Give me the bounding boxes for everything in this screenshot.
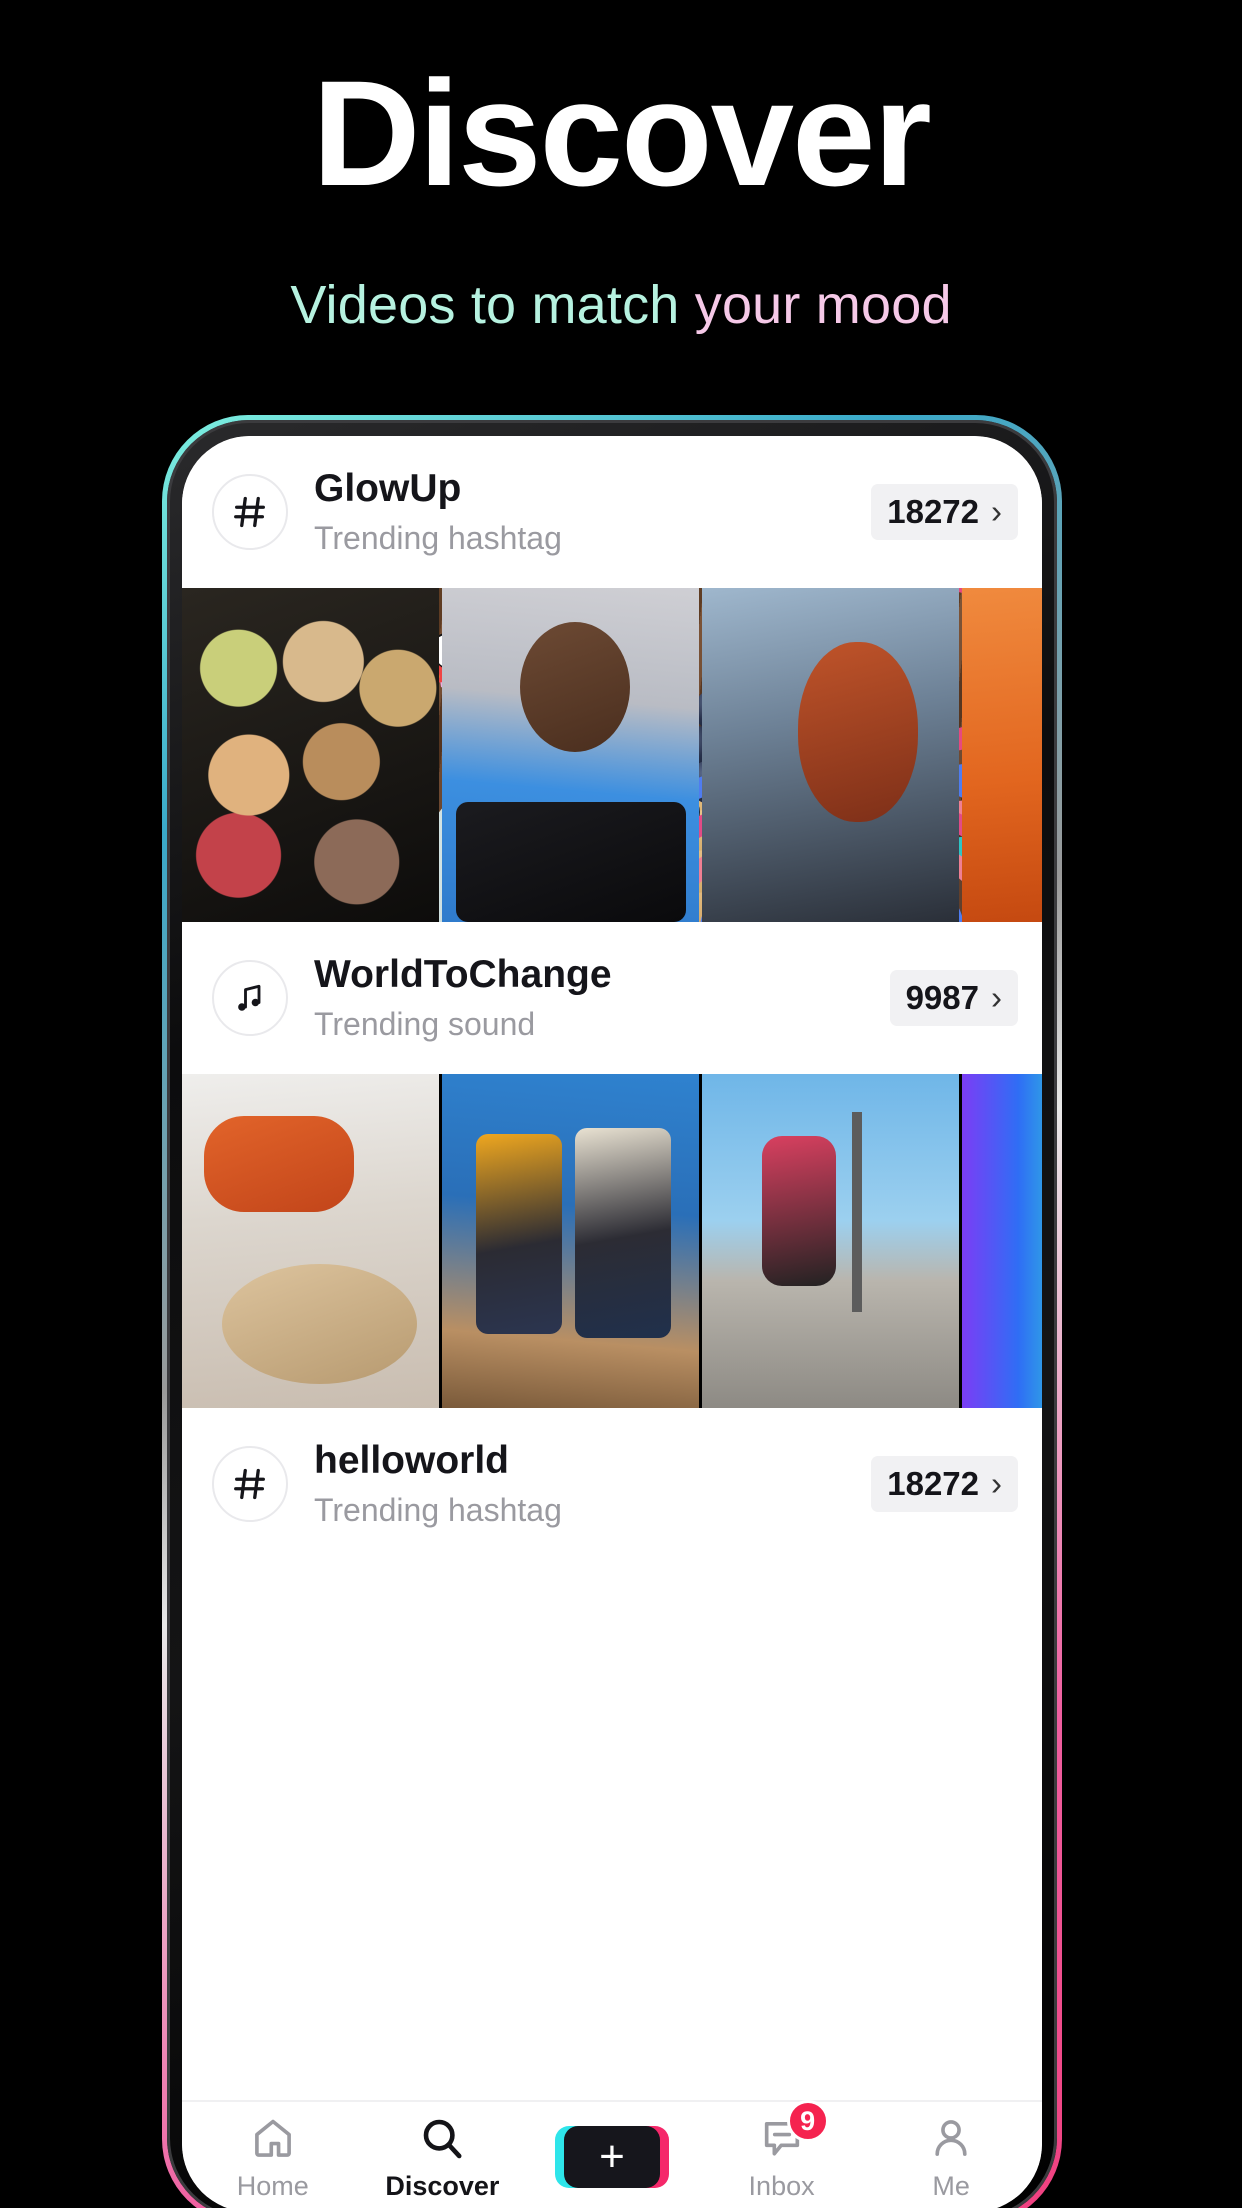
page-subtitle: Videos to match your mood xyxy=(0,275,1242,335)
phone-screen: Search xyxy=(182,436,1042,2208)
hashtag-icon xyxy=(212,474,288,550)
nav-item-create[interactable]: + xyxy=(537,2126,687,2188)
inbox-badge: 9 xyxy=(786,2100,829,2142)
trend-count-badge[interactable]: 18272 › xyxy=(871,484,1018,540)
page-title: Discover xyxy=(312,49,932,217)
chevron-right-icon: › xyxy=(991,979,1002,1016)
subtitle-part-two: your mood xyxy=(694,275,952,335)
trend-count-value: 9987 xyxy=(905,979,979,1016)
video-strip[interactable] xyxy=(182,588,1042,922)
video-tile[interactable] xyxy=(962,588,1042,922)
trend-text-block: helloworld Trending hashtag xyxy=(314,1439,871,1529)
nav-item-me[interactable]: Me xyxy=(876,2112,1026,2202)
nav-item-discover[interactable]: Discover xyxy=(367,2112,517,2202)
nav-item-home[interactable]: Home xyxy=(198,2112,348,2202)
trend-text-block: GlowUp Trending hashtag xyxy=(314,467,871,557)
trend-subtitle: Trending hashtag xyxy=(314,1491,562,1528)
plus-glyph: + xyxy=(599,2132,625,2181)
trend-count-badge[interactable]: 9987 › xyxy=(889,970,1018,1026)
person-icon xyxy=(928,2112,974,2164)
message-icon: 9 xyxy=(759,2100,829,2164)
search-icon xyxy=(418,2112,466,2164)
trend-name: helloworld xyxy=(314,1439,509,1483)
home-icon xyxy=(250,2112,296,2164)
nav-label: Discover xyxy=(385,2171,500,2201)
trend-text-block: WorldToChange Trending sound xyxy=(314,953,890,1043)
trend-count-value: 18272 xyxy=(887,493,979,530)
music-note-icon xyxy=(212,960,288,1036)
chevron-right-icon: › xyxy=(991,1465,1002,1502)
trend-subtitle: Trending hashtag xyxy=(314,519,562,556)
video-tile[interactable] xyxy=(702,1074,959,1408)
video-tile[interactable] xyxy=(442,588,699,922)
poster-stage: Discover Videos to match your mood Searc… xyxy=(0,0,1242,2208)
plus-icon[interactable]: + xyxy=(554,2126,669,2188)
phone-frame: Search xyxy=(167,420,1057,2208)
video-strip[interactable] xyxy=(182,1074,1042,1408)
video-tile[interactable] xyxy=(702,588,959,922)
trend-row[interactable]: WorldToChange Trending sound 9987 › xyxy=(182,922,1042,1074)
nav-label: Inbox xyxy=(748,2171,815,2201)
nav-label: Home xyxy=(236,2171,309,2201)
video-tile[interactable] xyxy=(962,1074,1042,1408)
video-tile[interactable] xyxy=(182,588,439,922)
trend-subtitle: Trending sound xyxy=(314,1005,536,1042)
video-tile[interactable] xyxy=(182,1074,439,1408)
trend-name: GlowUp xyxy=(314,467,462,511)
hashtag-icon xyxy=(212,1446,288,1522)
chevron-right-icon: › xyxy=(991,493,1002,530)
subtitle-part-one: Videos to match xyxy=(290,275,695,335)
trend-row[interactable]: GlowUp Trending hashtag 18272 › xyxy=(182,436,1042,588)
trend-name: WorldToChange xyxy=(314,953,612,997)
trend-count-value: 18272 xyxy=(887,1465,979,1502)
nav-label: Me xyxy=(932,2171,970,2201)
nav-item-inbox[interactable]: 9 Inbox xyxy=(707,2100,857,2202)
bottom-nav: Home Discover + 9 Inbox Me xyxy=(182,2100,1042,2208)
trend-row[interactable]: helloworld Trending hashtag 18272 › xyxy=(182,1408,1042,1560)
video-tile[interactable] xyxy=(442,1074,699,1408)
trend-count-badge[interactable]: 18272 › xyxy=(871,1456,1018,1512)
